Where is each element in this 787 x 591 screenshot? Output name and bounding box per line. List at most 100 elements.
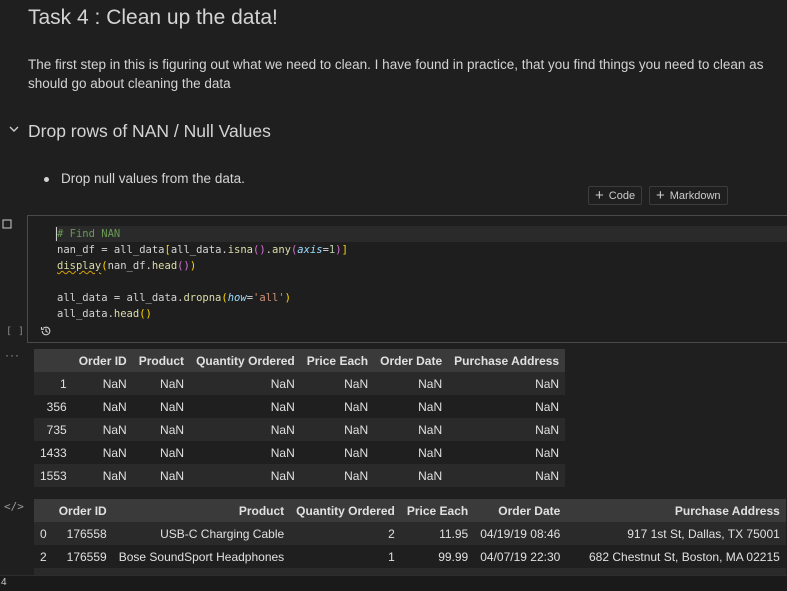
table-cell: NaN <box>190 441 301 464</box>
table-cell: NaN <box>448 464 566 487</box>
row-index: 735 <box>34 418 73 441</box>
table-cell: NaN <box>132 372 191 395</box>
table-cell: NaN <box>132 418 191 441</box>
table-cell: Bose SoundSport Headphones <box>112 545 291 568</box>
table-row: 356 NaN NaN NaN NaN NaN NaN <box>34 395 566 418</box>
row-index: 1553 <box>34 464 73 487</box>
table-cell: NaN <box>374 441 449 464</box>
table-cell: 11.95 <box>400 522 475 545</box>
code-token: all_data <box>170 244 222 256</box>
code-token: dropna <box>183 292 222 304</box>
column-header: Price Each <box>400 499 475 522</box>
nan-rows-table: Order ID Product Quantity Ordered Price Eac… <box>34 349 566 487</box>
table-cell: NaN <box>72 372 133 395</box>
column-header: Order ID <box>72 349 133 372</box>
table-row: 1 NaN NaN NaN NaN NaN NaN <box>34 372 566 395</box>
column-header: Quantity Ordered <box>190 349 301 372</box>
code-token: any <box>272 244 291 256</box>
column-header: Order Date <box>474 499 567 522</box>
table-cell: 2 <box>290 522 401 545</box>
add-markdown-cell-button[interactable]: + Markdown <box>649 186 728 205</box>
history-icon[interactable] <box>40 325 52 337</box>
code-token: all_data <box>57 308 108 320</box>
plus-icon: + <box>595 187 604 204</box>
chevron-down-icon[interactable] <box>8 123 20 135</box>
table-cell: NaN <box>72 464 133 487</box>
intro-paragraph-line2: should go about cleaning the data <box>28 76 231 91</box>
table-cell: NaN <box>190 372 301 395</box>
table-cell: NaN <box>448 441 566 464</box>
code-token: head <box>151 260 178 272</box>
row-index: 0 <box>34 522 53 545</box>
table-cell: 176559 <box>52 545 113 568</box>
code-token: isna <box>227 244 254 256</box>
heading-task4: Task 4 : Clean up the data! <box>28 6 278 29</box>
table-cell: NaN <box>300 372 375 395</box>
row-index: 356 <box>34 395 73 418</box>
table-cell: 176558 <box>52 522 113 545</box>
column-header: Product <box>112 499 291 522</box>
table-cell: NaN <box>190 395 301 418</box>
table-row: 0 176558 USB-C Charging Cable 2 11.95 04/19/1… <box>34 522 786 545</box>
table-row: 1553 NaN NaN NaN NaN NaN NaN <box>34 464 566 487</box>
code-token: all_data <box>57 292 108 304</box>
table-cell: 682 Chestnut St, Boston, MA 02215 <box>566 545 786 568</box>
table-header-row: Order ID Product Quantity Ordered Price Eac… <box>34 499 786 522</box>
row-index: 1433 <box>34 441 73 464</box>
table-cell: NaN <box>72 418 133 441</box>
status-count: 4 <box>1 577 7 588</box>
table-cell: NaN <box>374 418 449 441</box>
column-header: Quantity Ordered <box>290 499 401 522</box>
table-row: 1433 NaN NaN NaN NaN NaN NaN <box>34 441 566 464</box>
status-bar <box>0 575 787 591</box>
column-header: Purchase Address <box>448 349 566 372</box>
row-index: 2 <box>34 545 53 568</box>
column-header: Price Each <box>300 349 375 372</box>
table-cell: NaN <box>190 418 301 441</box>
table-cell: 99.99 <box>400 545 475 568</box>
code-comment: # Find NAN <box>57 228 121 240</box>
code-token: all_data <box>113 244 165 256</box>
section-title: Drop rows of NAN / Null Values <box>28 121 271 141</box>
table-cell: NaN <box>374 464 449 487</box>
table-cell: 1 <box>290 545 401 568</box>
execution-count: [ ] <box>6 326 25 337</box>
code-editor[interactable]: # Find NAN nan_df = all_data[all_data.is… <box>57 226 348 322</box>
table-cell: NaN <box>300 464 375 487</box>
table-cell: NaN <box>448 418 566 441</box>
output-menu-icon[interactable]: ··· <box>5 348 20 362</box>
code-token: nan_df <box>57 244 95 256</box>
table-row: 735 NaN NaN NaN NaN NaN NaN <box>34 418 566 441</box>
table-cell: NaN <box>72 441 133 464</box>
code-token: 'all' <box>253 292 285 304</box>
code-token: nan_df <box>107 260 146 272</box>
table-cell: 04/19/19 08:46 <box>474 522 567 545</box>
table-cell: NaN <box>300 418 375 441</box>
table-cell: NaN <box>132 464 191 487</box>
table-cell: NaN <box>300 441 375 464</box>
column-header: Product <box>132 349 191 372</box>
column-header: Order ID <box>52 499 113 522</box>
table-cell: NaN <box>190 464 301 487</box>
table-cell: 04/07/19 22:30 <box>474 545 567 568</box>
table-cell: NaN <box>72 395 133 418</box>
code-token: axis <box>297 244 323 256</box>
intro-paragraph-line1: The first step in this is figuring out w… <box>28 57 764 72</box>
cell-run-square-icon[interactable] <box>2 219 12 229</box>
column-header: Purchase Address <box>566 499 786 522</box>
table-cell: NaN <box>374 395 449 418</box>
text-cursor <box>56 227 57 241</box>
add-code-cell-button[interactable]: + Code <box>588 186 643 205</box>
code-token: display <box>57 260 102 272</box>
table-header-row: Order ID Product Quantity Ordered Price Eac… <box>34 349 566 372</box>
row-index: 1 <box>34 372 73 395</box>
table-cell: NaN <box>448 372 566 395</box>
bullet-item: Drop null values from the data. <box>44 171 245 186</box>
index-header <box>34 499 53 522</box>
code-token: how <box>227 292 247 304</box>
code-output-icon[interactable]: </> <box>4 500 24 513</box>
table-cell: NaN <box>300 395 375 418</box>
intro-paragraph: The first step in this is figuring out w… <box>28 55 763 93</box>
table-cell: USB-C Charging Cable <box>112 522 291 545</box>
add-code-label: Code <box>608 189 636 202</box>
